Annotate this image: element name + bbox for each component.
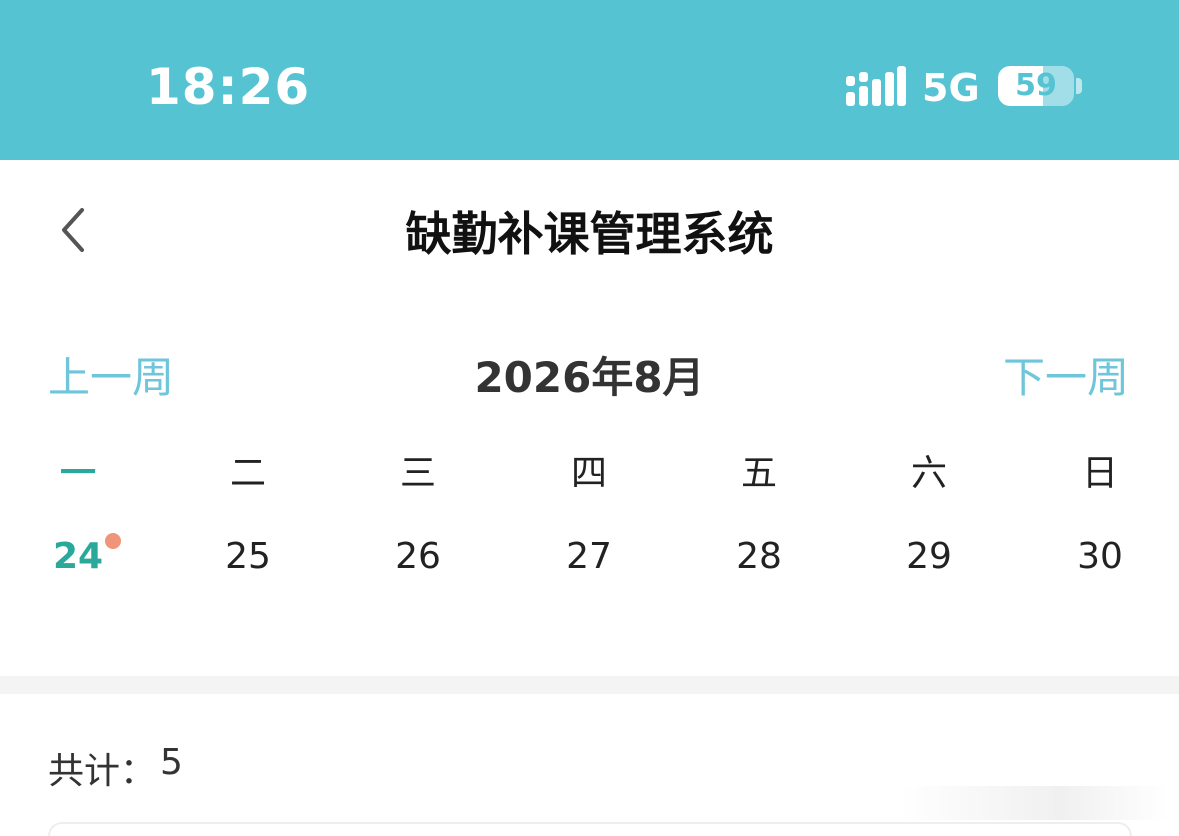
page-title: 缺勤补课管理系统	[405, 207, 774, 261]
day-cell-29[interactable]: 29	[869, 536, 989, 577]
status-time: 18:26	[146, 58, 311, 116]
network-type: 5G	[922, 66, 980, 110]
weekday-fri: 五	[740, 453, 777, 494]
weekday-mon: 一	[59, 453, 96, 494]
next-week-button[interactable]: 下一周	[1003, 344, 1129, 405]
day-cell-28[interactable]: 28	[699, 536, 819, 577]
battery-percent: 59	[1015, 68, 1057, 103]
event-marker-dot	[105, 533, 121, 549]
record-card[interactable]	[48, 822, 1132, 836]
battery-tip	[1076, 78, 1082, 94]
weekday-sat: 六	[910, 453, 947, 494]
day-cell-30[interactable]: 30	[1040, 536, 1160, 577]
day-cell-26[interactable]: 26	[358, 536, 478, 577]
status-bar: 18:26 5G 59	[0, 0, 1179, 160]
total-label: 共计：	[48, 751, 157, 792]
scroll-indicator	[900, 786, 1168, 820]
battery-icon: 59	[998, 66, 1074, 106]
weekday-tue: 二	[229, 453, 266, 494]
weekday-thu: 四	[570, 453, 607, 494]
total-count: 5	[160, 742, 183, 783]
day-cell-27[interactable]: 27	[529, 536, 649, 577]
section-divider	[0, 676, 1179, 694]
weekday-wed: 三	[399, 453, 436, 494]
day-cell-25[interactable]: 25	[188, 536, 308, 577]
weekday-sun: 日	[1081, 453, 1118, 494]
signal-strength-icon	[846, 66, 906, 106]
